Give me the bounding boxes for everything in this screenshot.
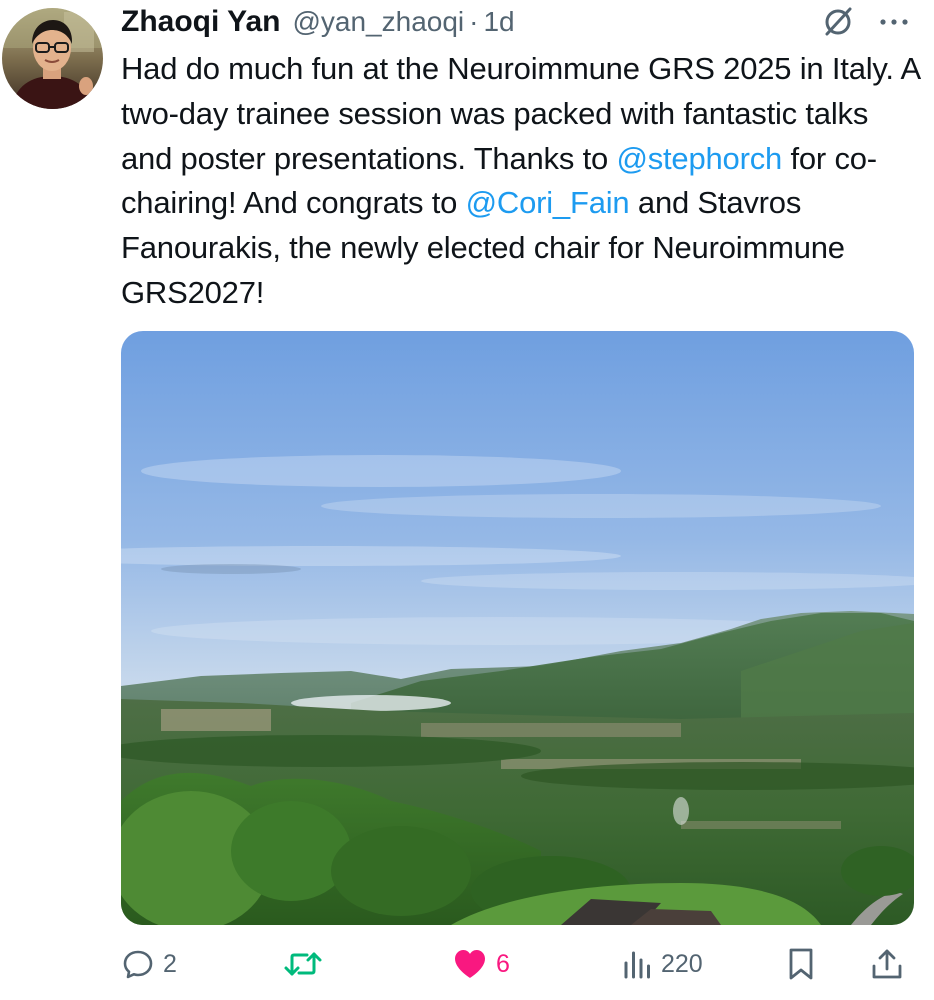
post-time[interactable]: 1d	[483, 6, 514, 38]
views-button[interactable]: 220	[621, 942, 703, 986]
share-upload-icon	[869, 946, 905, 982]
views-count: 220	[661, 949, 703, 978]
slashed-circle-icon[interactable]	[820, 4, 856, 40]
like-count: 6	[496, 949, 510, 978]
landscape-photo	[121, 331, 914, 925]
tweet-text: Had do much fun at the Neuroimmune GRS 2…	[121, 47, 921, 316]
heart-icon	[452, 947, 488, 981]
tweet-header: Zhaoqi Yan @yan_zhaoqi · 1d	[121, 0, 515, 44]
author-display-name[interactable]: Zhaoqi Yan	[121, 5, 280, 39]
reply-count: 2	[163, 949, 177, 978]
speech-bubble-icon	[121, 947, 155, 981]
bookmark-button[interactable]	[785, 942, 817, 986]
avatar[interactable]	[2, 8, 103, 109]
tweet-photo[interactable]	[121, 331, 914, 925]
like-button[interactable]: 6	[452, 942, 510, 986]
share-button[interactable]	[869, 942, 905, 986]
reply-button[interactable]: 2	[121, 942, 177, 986]
bar-chart-icon	[621, 947, 653, 981]
author-handle[interactable]: @yan_zhaoqi	[292, 6, 464, 38]
repost-button[interactable]	[283, 942, 331, 986]
action-bar: 2 6 220	[121, 942, 914, 986]
more-dots-icon[interactable]	[876, 6, 912, 38]
repost-arrows-icon	[283, 947, 323, 981]
mention-stephorch[interactable]: @stephorch	[616, 141, 782, 176]
mention-cori-fain[interactable]: @Cori_Fain	[466, 185, 630, 220]
bookmark-icon	[785, 946, 817, 982]
avatar-photo	[2, 8, 103, 109]
header-separator: ·	[469, 6, 479, 37]
